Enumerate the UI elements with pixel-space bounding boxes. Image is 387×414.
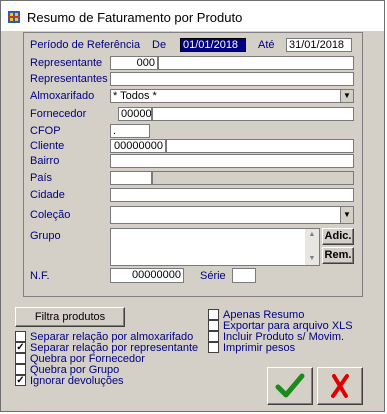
cidade-input[interactable]	[110, 188, 354, 202]
fornecedor-code-input[interactable]: 00000	[118, 107, 152, 121]
fornecedor-label: Fornecedor	[30, 108, 87, 120]
checkbox-unchecked-icon[interactable]	[208, 331, 219, 342]
grupo-scrollbar[interactable]: ▲ ▼	[305, 229, 319, 265]
almoxarifado-select[interactable]: * Todos * ▼	[110, 89, 354, 103]
checkbox-unchecked-icon[interactable]	[15, 353, 26, 364]
representante-name-input[interactable]	[158, 56, 354, 70]
cfop-label: CFOP	[30, 125, 61, 137]
fornecedor-name-input[interactable]	[152, 107, 354, 121]
grupo-label: Grupo	[30, 230, 61, 242]
x-icon	[331, 374, 349, 398]
window-title: Resumo de Faturamento por Produto	[27, 10, 243, 25]
scroll-down-icon[interactable]: ▼	[305, 253, 319, 265]
checkbox-label: Imprimir pesos	[223, 342, 296, 354]
checkbox-label: Ignorar devoluções	[30, 375, 124, 387]
date-from-input[interactable]: 01/01/2018	[180, 38, 246, 52]
filtra-produtos-button[interactable]: Filtra produtos	[15, 307, 125, 327]
representantes-label: Representantes	[30, 73, 108, 85]
serie-input[interactable]	[232, 268, 256, 283]
add-grupo-button[interactable]: Adic.	[322, 228, 354, 245]
remove-grupo-button[interactable]: Rem.	[322, 247, 354, 264]
almoxarifado-label: Almoxarifado	[30, 90, 95, 102]
serie-label: Série	[200, 270, 226, 282]
checkbox-unchecked-icon[interactable]	[208, 320, 219, 331]
representante-label: Representante	[30, 57, 103, 69]
checkbox-unchecked-icon[interactable]	[15, 364, 26, 375]
de-label: De	[152, 39, 167, 51]
filtra-produtos-label: Filtra produtos	[34, 311, 106, 323]
cliente-label: Cliente	[30, 140, 65, 152]
checkbox-unchecked-icon[interactable]	[15, 331, 26, 342]
chevron-down-icon[interactable]: ▼	[340, 90, 353, 102]
checkbox-unchecked-icon[interactable]	[208, 342, 219, 353]
colecao-label: Coleção	[30, 209, 71, 221]
representantes-input[interactable]	[110, 72, 354, 86]
checkmark-icon	[275, 373, 305, 398]
date-to-input[interactable]: 31/01/2018	[286, 38, 352, 52]
ok-button[interactable]	[267, 367, 313, 405]
grupo-list[interactable]: ▲ ▼	[110, 228, 320, 266]
checkbox-unchecked-icon[interactable]	[208, 309, 219, 320]
nf-label: N.F.	[30, 270, 50, 282]
bairro-label: Bairro	[30, 155, 60, 167]
scroll-up-icon[interactable]: ▲	[305, 229, 319, 241]
pais-label: País	[30, 172, 53, 184]
representante-code-input[interactable]: 000	[110, 56, 158, 70]
chevron-down-icon[interactable]: ▼	[340, 207, 353, 223]
ate-label: Até	[258, 39, 275, 51]
nf-input[interactable]: 00000000	[110, 268, 184, 283]
cfop-input[interactable]: .	[110, 124, 150, 138]
checkbox-option[interactable]: Imprimir pesos	[208, 342, 295, 354]
cidade-label: Cidade	[30, 189, 65, 201]
filter-panel: Período de Referência De 01/01/2018 Até …	[23, 32, 363, 297]
report-window: Resumo de Faturamento por Produto Períod…	[0, 0, 385, 412]
pais-code-input[interactable]	[110, 171, 152, 185]
colecao-select[interactable]: ▼	[110, 206, 354, 224]
cancel-button[interactable]	[317, 367, 363, 405]
cliente-name-input[interactable]	[166, 139, 354, 153]
pais-name-input	[152, 171, 354, 185]
almoxarifado-value: * Todos *	[113, 90, 157, 102]
app-icon	[8, 11, 20, 23]
cliente-code-input[interactable]: 00000000	[110, 139, 166, 153]
checkbox-checked-icon[interactable]: ✓	[15, 342, 26, 353]
checkbox-checked-icon[interactable]: ✓	[15, 375, 26, 386]
checkbox-option[interactable]: ✓ Ignorar devoluções	[15, 375, 124, 387]
periodo-label: Período de Referência	[30, 39, 141, 51]
bairro-input[interactable]	[110, 154, 354, 168]
title-bar: Resumo de Faturamento por Produto	[1, 1, 384, 31]
